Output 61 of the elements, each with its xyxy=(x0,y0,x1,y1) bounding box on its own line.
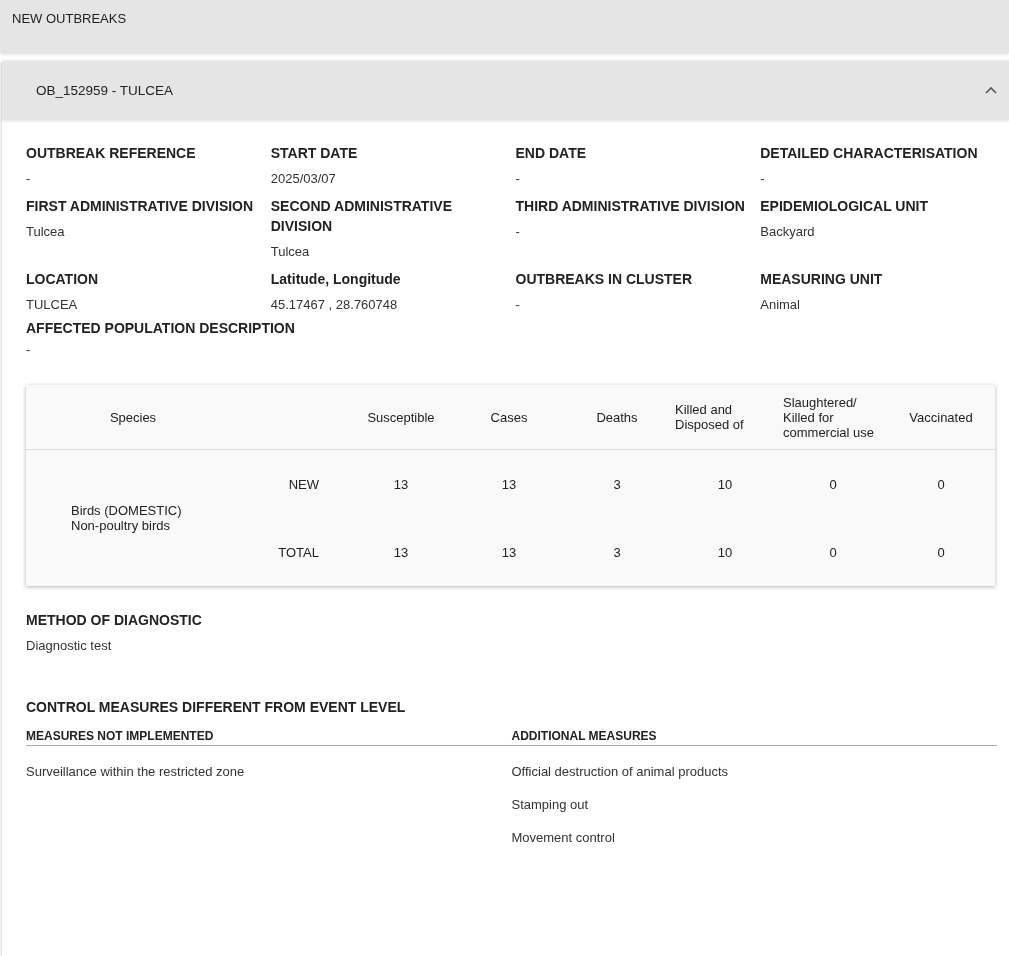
field-value: - xyxy=(515,297,521,312)
field-label: EPIDEMIOLOGICAL UNIT xyxy=(760,197,929,216)
table-cell: 13 xyxy=(393,476,409,492)
field-label: OUTBREAKS IN CLUSTER xyxy=(515,270,694,289)
field-value: - xyxy=(760,171,766,186)
table-cell: 13 xyxy=(501,544,517,560)
field-value: 45.17467 , 28.760748 xyxy=(270,297,399,312)
field-label: MEASURING UNIT xyxy=(760,270,884,289)
table-cell: 3 xyxy=(613,544,621,560)
field-label: DETAILED CHARACTERISATION xyxy=(760,144,979,163)
field-label: END DATE xyxy=(515,144,588,163)
field-value: - xyxy=(26,171,32,186)
field-value: - xyxy=(26,342,32,357)
field-value: - xyxy=(515,224,521,239)
section-heading: CONTROL MEASURES DIFFERENT FROM EVENT LEVEL xyxy=(26,698,407,717)
measure-item: Stamping out xyxy=(511,797,590,812)
column-header: Cases xyxy=(455,385,563,450)
table-cell: 13 xyxy=(501,476,517,492)
section-title: NEW OUTBREAKS xyxy=(12,11,127,26)
field-value: Tulcea xyxy=(26,224,66,239)
field-label: START DATE xyxy=(270,144,359,163)
field-label: LOCATION xyxy=(26,270,100,289)
chevron-up-icon[interactable] xyxy=(985,86,997,94)
row-label: NEW xyxy=(288,476,319,492)
measure-item: Official destruction of animal products xyxy=(511,764,730,779)
column-heading: ADDITIONAL MEASURES xyxy=(511,729,997,746)
measure-item: Movement control xyxy=(511,830,616,845)
field-value: TULCEA xyxy=(26,297,79,312)
table-cell: 0 xyxy=(829,544,837,560)
column-header: Vaccinated xyxy=(887,385,995,450)
field-value: - xyxy=(515,171,521,186)
column-header: Deaths xyxy=(563,385,671,450)
field-label: AFFECTED POPULATION DESCRIPTION xyxy=(26,319,296,338)
table-cell: 10 xyxy=(717,476,733,492)
field-value: Backyard xyxy=(760,224,816,239)
field-value: Tulcea xyxy=(270,244,311,259)
table-cell: 0 xyxy=(937,476,945,492)
row-label: TOTAL xyxy=(278,544,319,560)
table-cell: 10 xyxy=(717,544,733,560)
field-label: FIRST ADMINISTRATIVE DIVISION xyxy=(26,197,255,216)
field-label: METHOD OF DIAGNOSTIC xyxy=(26,611,203,630)
species-cell-text: Birds (DOMESTIC) Non-poultry birds xyxy=(71,503,183,533)
table-cell: 3 xyxy=(613,476,621,492)
field-label: THIRD ADMINISTRATIVE DIVISION xyxy=(515,197,746,216)
field-value: 2025/03/07 xyxy=(270,171,337,186)
outbreak-header[interactable]: OB_152959 - TULCEA xyxy=(2,61,1009,119)
table-cell: 13 xyxy=(393,544,409,560)
table-cell: 0 xyxy=(937,544,945,560)
field-label: SECOND ADMINISTRATIVE DIVISION xyxy=(270,197,453,236)
field-value: Diagnostic test xyxy=(26,638,113,653)
column-header: Slaughtered/ Killed for commercial use xyxy=(779,385,887,450)
column-header: Species xyxy=(26,385,240,450)
field-label: OUTBREAK REFERENCE xyxy=(26,144,197,163)
field-label: Latitude, Longitude xyxy=(270,270,402,289)
column-header: Susceptible xyxy=(347,385,455,450)
table-cell: 0 xyxy=(829,476,837,492)
field-value: Animal xyxy=(760,297,801,312)
measure-item: Surveillance within the restricted zone xyxy=(26,764,246,779)
column-header: Killed and Disposed of xyxy=(671,385,779,450)
column-heading: MEASURES NOT IMPLEMENTED xyxy=(26,729,512,746)
outbreak-title: OB_152959 - TULCEA xyxy=(36,82,174,98)
